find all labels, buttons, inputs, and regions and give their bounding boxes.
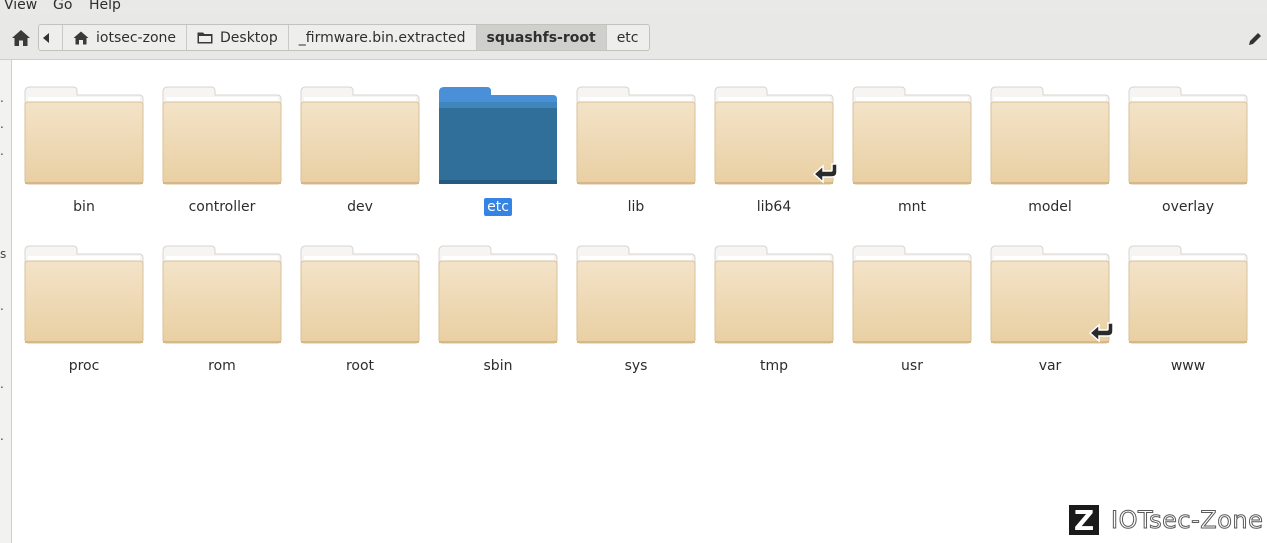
folder-label: rom <box>208 358 236 374</box>
folder-item-etc[interactable]: etc <box>429 86 567 226</box>
folder-label: proc <box>68 358 100 374</box>
folder-item-var[interactable]: var <box>981 245 1119 385</box>
folder-item-lib64[interactable]: lib64 <box>705 86 843 226</box>
folder-item-tmp[interactable]: tmp <box>705 245 843 385</box>
folder-label: sys <box>624 358 648 374</box>
folder-item-bin[interactable]: bin <box>15 86 153 226</box>
folder-label: sbin <box>483 358 513 374</box>
folder-label: dev <box>347 199 373 215</box>
folder-item-usr[interactable]: usr <box>843 245 981 385</box>
folder-item-rom[interactable]: rom <box>153 245 291 385</box>
file-icon-grid: bin controller dev etc lib lib64 mnt model overl… <box>0 0 1267 543</box>
folder-label: var <box>1038 358 1062 374</box>
folder-label: lib64 <box>756 199 792 215</box>
folder-label: lib <box>627 199 645 215</box>
folder-item-www[interactable]: www <box>1119 245 1257 385</box>
folder-label: root <box>345 358 375 374</box>
symlink-arrow-icon <box>1089 322 1114 343</box>
folder-item-sbin[interactable]: sbin <box>429 245 567 385</box>
folder-label: bin <box>73 199 95 215</box>
watermark: Z IOTsec-Zone <box>1067 502 1263 538</box>
folder-item-mnt[interactable]: mnt <box>843 86 981 226</box>
folder-label: overlay <box>1162 199 1214 215</box>
folder-item-overlay[interactable]: overlay <box>1119 86 1257 226</box>
folder-item-root[interactable]: root <box>291 245 429 385</box>
folder-label: www <box>1170 358 1206 374</box>
folder-item-lib[interactable]: lib <box>567 86 705 226</box>
folder-item-proc[interactable]: proc <box>15 245 153 385</box>
symlink-arrow-icon <box>813 163 838 184</box>
watermark-logo: Z <box>1067 503 1101 537</box>
folder-item-model[interactable]: model <box>981 86 1119 226</box>
folder-label: mnt <box>898 199 926 215</box>
folder-item-dev[interactable]: dev <box>291 86 429 226</box>
folder-label: controller <box>188 199 256 215</box>
folder-label: model <box>1028 199 1072 215</box>
folder-item-controller[interactable]: controller <box>153 86 291 226</box>
folder-label: etc <box>429 198 567 216</box>
watermark-text: IOTsec-Zone <box>1110 506 1264 535</box>
folder-item-sys[interactable]: sys <box>567 245 705 385</box>
folder-label: usr <box>901 358 923 374</box>
folder-label: tmp <box>759 358 788 374</box>
